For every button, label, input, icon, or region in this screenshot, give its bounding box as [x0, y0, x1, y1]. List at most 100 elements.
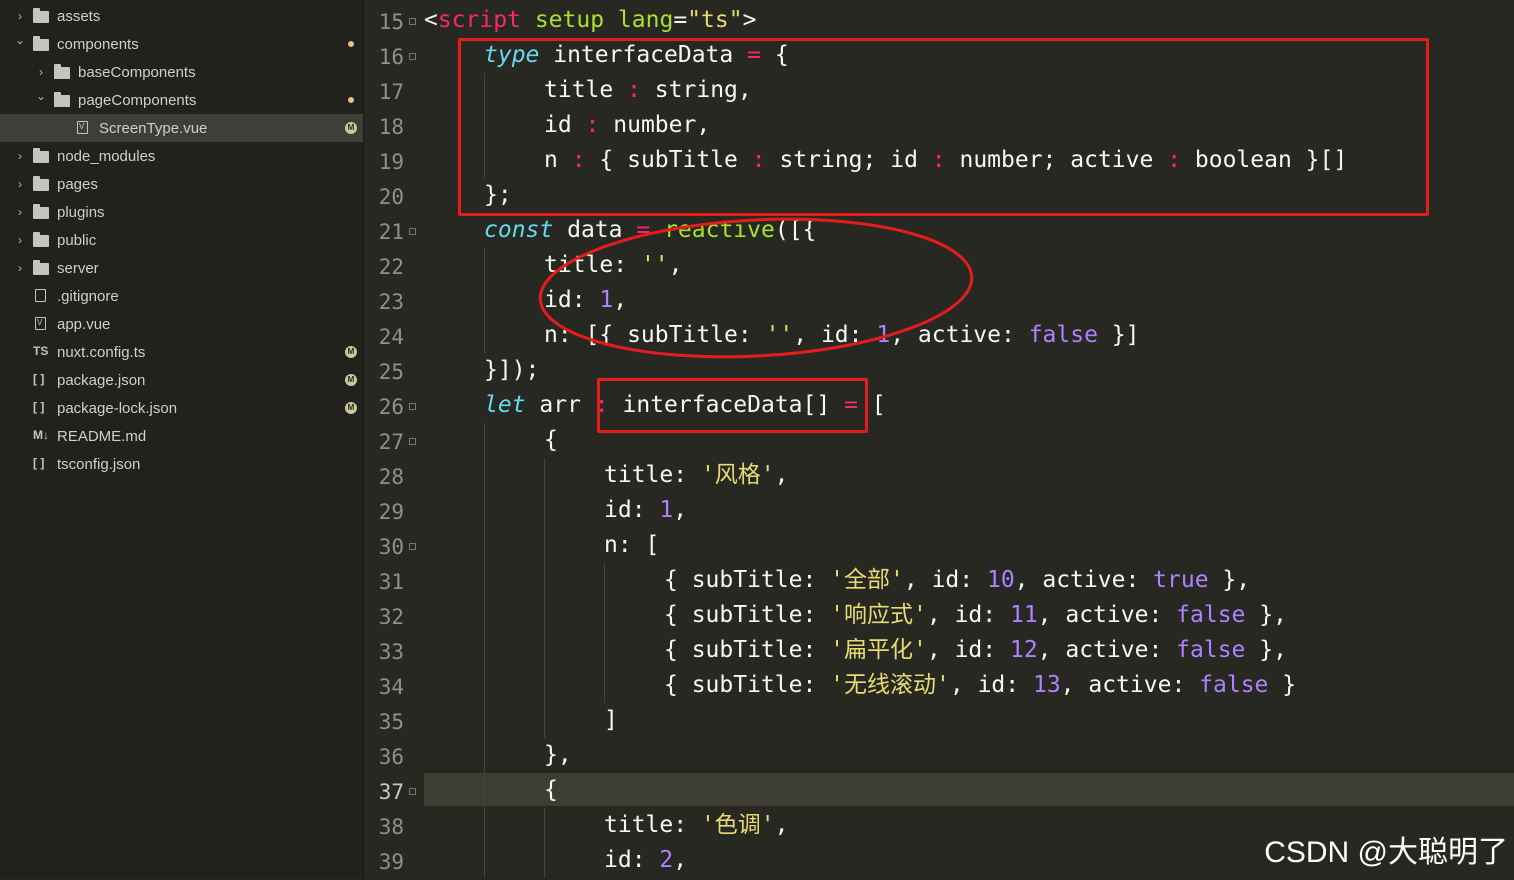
- icon-text: TS: [33, 344, 49, 358]
- chevron-right-icon[interactable]: ›: [14, 10, 26, 22]
- line-number: 34: [378, 675, 404, 699]
- chevron-right-icon[interactable]: ›: [14, 150, 26, 162]
- chevron-right-icon[interactable]: ›: [35, 66, 47, 78]
- file-icon: [33, 288, 51, 304]
- code-line[interactable]: <script setup lang="ts">: [424, 3, 756, 38]
- line-number: 30: [378, 535, 404, 559]
- fold-toggle-icon[interactable]: [409, 543, 416, 550]
- code-token: false: [1028, 322, 1098, 348]
- fold-toggle-icon[interactable]: [409, 53, 416, 60]
- sidebar-item-readme-md[interactable]: M↓ README.md: [0, 422, 363, 450]
- line-number: 33: [378, 640, 404, 664]
- sidebar-item-package-json[interactable]: [ ] package.json M: [0, 366, 363, 394]
- code-token: }: [1268, 672, 1297, 698]
- sidebar-item-label: node_modules: [57, 147, 156, 165]
- sidebar-item-package-lock-json[interactable]: [ ] package-lock.json M: [0, 394, 363, 422]
- code-token: , active:: [1060, 672, 1200, 698]
- chevron-down-icon[interactable]: ⌄: [35, 90, 47, 102]
- sidebar-item-label: nuxt.config.ts: [57, 343, 146, 361]
- sidebar-item-label: baseComponents: [78, 63, 196, 81]
- code-token: false: [1176, 637, 1246, 663]
- code-line[interactable]: id: 2,: [604, 843, 687, 878]
- fold-toggle-icon[interactable]: [409, 18, 416, 25]
- indent-guide: [484, 423, 485, 458]
- sidebar-item-pagecomponents[interactable]: ⌄ pageComponents: [0, 86, 363, 114]
- code-line[interactable]: n: [: [604, 528, 659, 563]
- folder-open-icon: [33, 36, 51, 52]
- fold-toggle-icon[interactable]: [409, 438, 416, 445]
- code-line[interactable]: { subTitle: '响应式', id: 11, active: false…: [664, 598, 1287, 633]
- code-token: ,: [774, 462, 789, 488]
- sidebar-item-tsconfig-json[interactable]: [ ] tsconfig.json: [0, 450, 363, 478]
- sidebar-item-node-modules[interactable]: › node_modules: [0, 142, 363, 170]
- folder-icon: [33, 176, 51, 192]
- sidebar-item-label: .gitignore: [57, 287, 119, 305]
- indent-guide: [484, 633, 485, 668]
- chevron-right-icon[interactable]: ›: [14, 262, 26, 274]
- indent-guide: [604, 598, 605, 633]
- code-token: '扁平化': [830, 637, 927, 663]
- icon-text: M↓: [33, 428, 49, 442]
- sidebar-item-label: public: [57, 231, 97, 249]
- sidebar-item-assets[interactable]: › assets: [0, 2, 363, 30]
- code-token: >: [742, 7, 757, 33]
- sidebar-item-screentype-vue[interactable]: V ScreenType.vue M: [0, 114, 363, 142]
- json-file-icon: [ ]: [33, 456, 51, 472]
- code-line[interactable]: title: '风格',: [604, 458, 789, 493]
- annotation-ellipse-reactive: [538, 217, 974, 359]
- code-line[interactable]: title: '色调',: [604, 808, 789, 843]
- code-token: 13: [1032, 672, 1061, 698]
- chevron-right-icon[interactable]: ›: [14, 234, 26, 246]
- indent-guide: [544, 563, 545, 598]
- code-token: },: [1245, 637, 1287, 663]
- chevron-right-icon[interactable]: ›: [14, 178, 26, 190]
- code-token: 10: [986, 567, 1015, 593]
- folder-icon: [33, 8, 51, 24]
- code-token: lang: [617, 7, 674, 33]
- sidebar-item-label: tsconfig.json: [57, 455, 141, 473]
- line-number: 15: [378, 10, 404, 34]
- code-token: '无线滚动': [830, 672, 950, 698]
- code-line[interactable]: ]: [604, 703, 618, 738]
- chevron-down-icon[interactable]: ⌄: [14, 34, 26, 46]
- indent-guide: [484, 318, 485, 353]
- indent-guide: [544, 598, 545, 633]
- code-line[interactable]: {: [544, 773, 558, 808]
- sidebar-item-basecomponents[interactable]: › baseComponents: [0, 58, 363, 86]
- code-token: setup: [534, 7, 605, 33]
- code-line[interactable]: id: 1,: [604, 493, 687, 528]
- indent-guide: [484, 843, 485, 878]
- code-token: 1: [659, 497, 674, 523]
- sidebar-item-components[interactable]: ⌄ components: [0, 30, 363, 58]
- indent-guide: [544, 493, 545, 528]
- code-token: { subTitle:: [664, 672, 831, 698]
- vue-file-icon: V: [75, 120, 93, 136]
- code-line[interactable]: { subTitle: '扁平化', id: 12, active: false…: [664, 633, 1287, 668]
- chevron-right-icon[interactable]: ›: [14, 206, 26, 218]
- indent-guide: [544, 703, 545, 738]
- modified-dot-icon: [348, 97, 354, 103]
- git-modified-badge-icon: M: [345, 402, 357, 414]
- sidebar-item-server[interactable]: › server: [0, 254, 363, 282]
- sidebar-item-app-vue[interactable]: Vapp.vue: [0, 310, 363, 338]
- line-number: 23: [378, 290, 404, 314]
- sidebar-item-nuxt-config-ts[interactable]: TS nuxt.config.ts M: [0, 338, 363, 366]
- md-file-icon: M↓: [33, 428, 51, 444]
- git-modified-badge-icon: M: [345, 122, 357, 134]
- json-file-icon: [ ]: [33, 400, 51, 416]
- fold-toggle-icon[interactable]: [409, 228, 416, 235]
- code-line[interactable]: {: [544, 423, 558, 458]
- sidebar-item-public[interactable]: › public: [0, 226, 363, 254]
- code-line[interactable]: { subTitle: '无线滚动', id: 13, active: fals…: [664, 668, 1296, 703]
- sidebar-item-pages[interactable]: › pages: [0, 170, 363, 198]
- line-number: 38: [378, 815, 404, 839]
- fold-toggle-icon[interactable]: [409, 403, 416, 410]
- line-number: 17: [378, 80, 404, 104]
- fold-toggle-icon[interactable]: [409, 788, 416, 795]
- code-line[interactable]: { subTitle: '全部', id: 10, active: true }…: [664, 563, 1250, 598]
- sidebar-item-gitignore[interactable]: .gitignore: [0, 282, 363, 310]
- code-line[interactable]: },: [544, 738, 572, 773]
- indent-guide: [484, 773, 485, 808]
- indent-guide: [484, 808, 485, 843]
- sidebar-item-plugins[interactable]: › plugins: [0, 198, 363, 226]
